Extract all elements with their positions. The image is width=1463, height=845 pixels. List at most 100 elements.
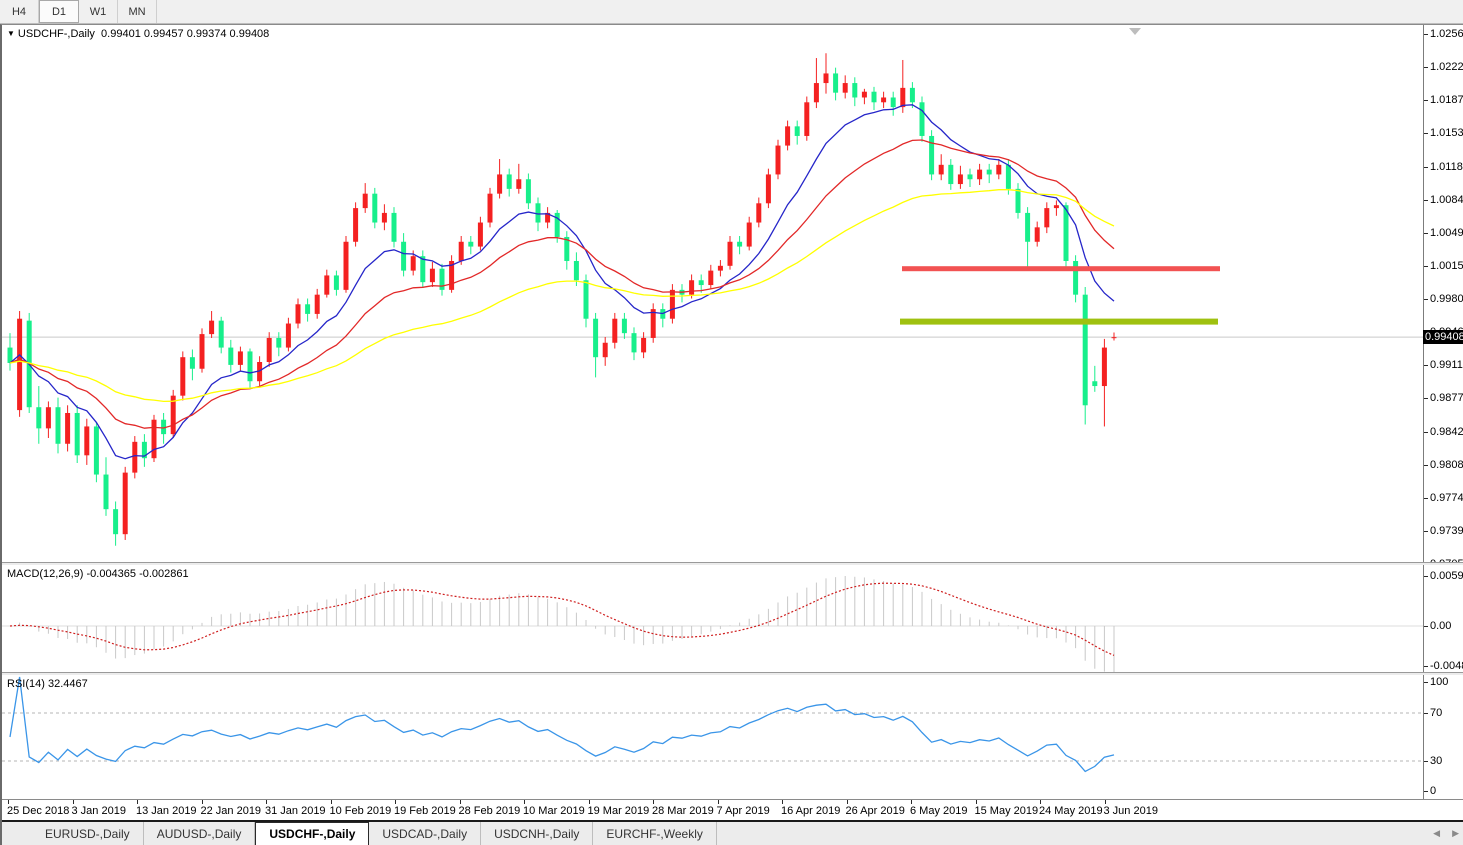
date-axis-label: 25 Dec 2018 [7,805,69,817]
price-axis-label: 1.00840 [1430,195,1463,206]
tab-eurchf-weekly[interactable]: EURCHF-,Weekly [593,822,716,845]
price-axis-tick [1424,34,1428,35]
rsi-axis-tick [1424,682,1428,683]
price-axis-label: 1.00150 [1430,261,1463,272]
chart-window: ▼ USDCHF-,Daily 0.99401 0.99457 0.99374 0… [0,24,1463,845]
rsi-axis-tick [1424,713,1428,714]
macd-indicator-pane[interactable]: MACD(12,26,9) -0.004365 -0.002861 0.0059… [2,565,1463,672]
tab-scroll-right-icon[interactable]: ▶ [1452,828,1459,839]
date-axis-label: 10 Mar 2019 [523,805,585,817]
price-axis-tick [1424,100,1428,101]
macd-axis[interactable]: 0.005999 0.00 -0.004858 [1423,565,1463,672]
price-axis-tick [1424,266,1428,267]
timeframe-mn-button[interactable]: MN [118,0,157,23]
macd-axis-tick [1424,576,1428,577]
date-axis-label: 19 Feb 2019 [394,805,456,817]
rsi-axis-label: 30 [1430,756,1442,767]
rsi-indicator-pane[interactable]: RSI(14) 32.4467 10070300 [2,675,1463,799]
price-axis-label: 1.02220 [1430,62,1463,73]
price-axis-tick [1424,299,1428,300]
price-axis-label: 0.98080 [1430,460,1463,471]
price-axis-label: 0.99110 [1430,360,1463,371]
timeframe-h4-button[interactable]: H4 [0,0,39,23]
date-axis-tick [653,800,654,804]
price-axis-tick [1424,498,1428,499]
tab-usdcnh-daily[interactable]: USDCNH-,Daily [481,822,593,845]
macd-axis-tick [1424,626,1428,627]
price-axis-label: 0.98420 [1430,427,1463,438]
date-axis-label: 26 Apr 2019 [846,805,905,817]
tab-scroll-left-icon[interactable]: ◀ [1433,828,1440,839]
rsi-chart[interactable] [2,675,1426,799]
price-axis-label: 1.01180 [1430,162,1463,173]
date-axis-tick [137,800,138,804]
price-axis-label: 1.01870 [1430,95,1463,106]
ohlc-open: 0.99401 [101,28,141,40]
date-axis-label: 10 Feb 2019 [330,805,392,817]
macd-label: MACD(12,26,9) -0.004365 -0.002861 [7,568,189,580]
date-axis-tick [395,800,396,804]
ohlc-close: 0.99408 [230,28,270,40]
price-axis-label: 1.00490 [1430,228,1463,239]
date-axis-tick [266,800,267,804]
price-axis-tick [1424,133,1428,134]
price-axis-label: 0.97390 [1430,526,1463,537]
chart-tab-bar: EURUSD-,Daily AUDUSD-,Daily USDCHF-,Dail… [2,820,1463,845]
macd-axis-label: 0.00 [1430,621,1451,632]
price-chart-pane[interactable]: ▼USDCHF-,Daily 0.99401 0.99457 0.99374 0… [2,25,1463,562]
date-axis-tick [331,800,332,804]
date-axis-label: 22 Jan 2019 [201,805,262,817]
date-axis-tick [1040,800,1041,804]
date-axis-tick [8,800,9,804]
price-axis-tick [1424,365,1428,366]
date-axis-label: 31 Jan 2019 [265,805,326,817]
macd-axis-label: -0.004858 [1430,661,1463,672]
chart-expand-icon[interactable]: ▼ [7,29,15,38]
timeframe-w1-button[interactable]: W1 [79,0,118,23]
date-axis-tick [460,800,461,804]
date-axis-label: 3 Jan 2019 [72,805,126,817]
current-price-tag: 0.99408 [1423,330,1463,344]
date-axis-label: 28 Mar 2019 [652,805,714,817]
candlestick-chart[interactable] [2,25,1426,562]
rsi-label: RSI(14) 32.4467 [7,678,88,690]
tab-usdchf-daily[interactable]: USDCHF-,Daily [255,822,369,845]
price-axis-label: 0.99800 [1430,294,1463,305]
tab-eurusd-daily[interactable]: EURUSD-,Daily [32,822,144,845]
date-axis-tick [524,800,525,804]
macd-chart[interactable] [2,565,1426,672]
timeframe-d1-button[interactable]: D1 [39,0,79,23]
chart-shift-marker-icon[interactable] [1129,28,1141,35]
date-axis-label: 15 May 2019 [975,805,1039,817]
date-axis-label: 3 Jun 2019 [1104,805,1158,817]
macd-axis-label: 0.005999 [1430,571,1463,582]
date-axis-label: 6 May 2019 [910,805,967,817]
date-axis-label: 19 Mar 2019 [588,805,650,817]
date-axis-tick [782,800,783,804]
tab-usdcad-daily[interactable]: USDCAD-,Daily [369,822,481,845]
date-axis-tick [202,800,203,804]
ohlc-high: 0.99457 [144,28,184,40]
date-axis-tick [976,800,977,804]
date-axis-label: 16 Apr 2019 [781,805,840,817]
price-axis-tick [1424,432,1428,433]
rsi-axis[interactable]: 10070300 [1423,675,1463,799]
date-axis[interactable]: 25 Dec 20183 Jan 2019 13 Jan 2019 22 Jan 2… [2,799,1463,821]
tab-audusd-daily[interactable]: AUDUSD-,Daily [144,822,256,845]
date-axis-tick [73,800,74,804]
rsi-value: 32.4467 [48,678,88,690]
date-axis-tick [1105,800,1106,804]
rsi-axis-tick [1424,761,1428,762]
price-axis-tick [1424,398,1428,399]
rsi-axis-tick [1424,791,1428,792]
date-axis-tick [589,800,590,804]
price-axis-label: 0.97740 [1430,493,1463,504]
price-axis[interactable]: 0.99408 1.025601.022201.018701.015301.01… [1423,25,1463,562]
mt4-chart-screen: { "toolbar": { "buttons": [ {"label": "H… [0,0,1463,845]
price-axis-label: 1.02560 [1430,29,1463,40]
date-axis-label: 13 Jan 2019 [136,805,197,817]
date-axis-tick [911,800,912,804]
price-axis-tick [1424,200,1428,201]
ohlc-low: 0.99374 [187,28,227,40]
date-axis-label: 7 Apr 2019 [717,805,770,817]
